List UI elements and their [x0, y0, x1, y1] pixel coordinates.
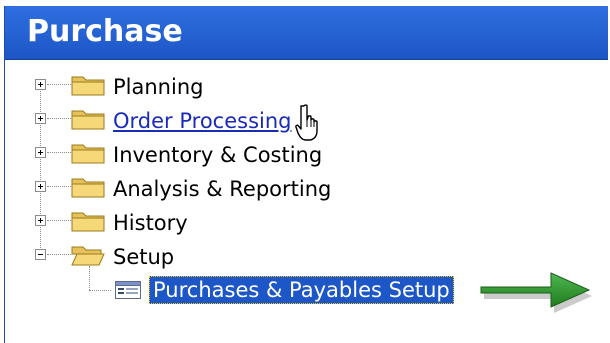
- folder-icon: [71, 144, 105, 164]
- tree-item-label[interactable]: Purchases & Payables Setup: [149, 276, 454, 304]
- tree-connector-line: [89, 266, 90, 290]
- tree-item-inventory-costing[interactable]: Inventory & Costing: [5, 138, 405, 172]
- plus-box-icon[interactable]: [35, 147, 46, 158]
- tree-item-order-processing[interactable]: Order Processing: [5, 104, 405, 138]
- tree-item-label[interactable]: Planning: [113, 74, 203, 100]
- folder-icon: [71, 212, 105, 232]
- tree-item-label[interactable]: Inventory & Costing: [113, 142, 322, 168]
- plus-box-icon[interactable]: [35, 181, 46, 192]
- page-title: Purchase: [27, 14, 183, 49]
- tree-item-history[interactable]: History: [5, 206, 405, 240]
- tree-connector-line: [89, 290, 111, 291]
- tree-item-label[interactable]: Order Processing: [113, 108, 292, 134]
- hand-pointer-icon: [295, 104, 318, 141]
- title-bar: Purchase: [5, 6, 608, 60]
- purchase-panel: Purchase Planning Order Processing Inven…: [4, 6, 608, 343]
- green-arrow-icon: [480, 272, 592, 313]
- plus-box-icon[interactable]: [35, 215, 46, 226]
- form-icon: [115, 281, 141, 299]
- plus-box-icon[interactable]: [35, 79, 46, 90]
- minus-box-icon[interactable]: [35, 249, 46, 260]
- tree-item-label[interactable]: History: [113, 210, 188, 236]
- tree-item-setup[interactable]: Setup: [5, 240, 405, 274]
- tree-item-analysis-reporting[interactable]: Analysis & Reporting: [5, 172, 405, 206]
- folder-icon: [71, 178, 105, 198]
- folder-icon: [71, 110, 105, 130]
- tree-item-label[interactable]: Setup: [113, 244, 174, 270]
- tree-item-label[interactable]: Analysis & Reporting: [113, 176, 331, 202]
- plus-box-icon[interactable]: [35, 113, 46, 124]
- open-folder-icon: [71, 246, 105, 266]
- folder-icon: [71, 76, 105, 96]
- tree-item-planning[interactable]: Planning: [5, 70, 405, 104]
